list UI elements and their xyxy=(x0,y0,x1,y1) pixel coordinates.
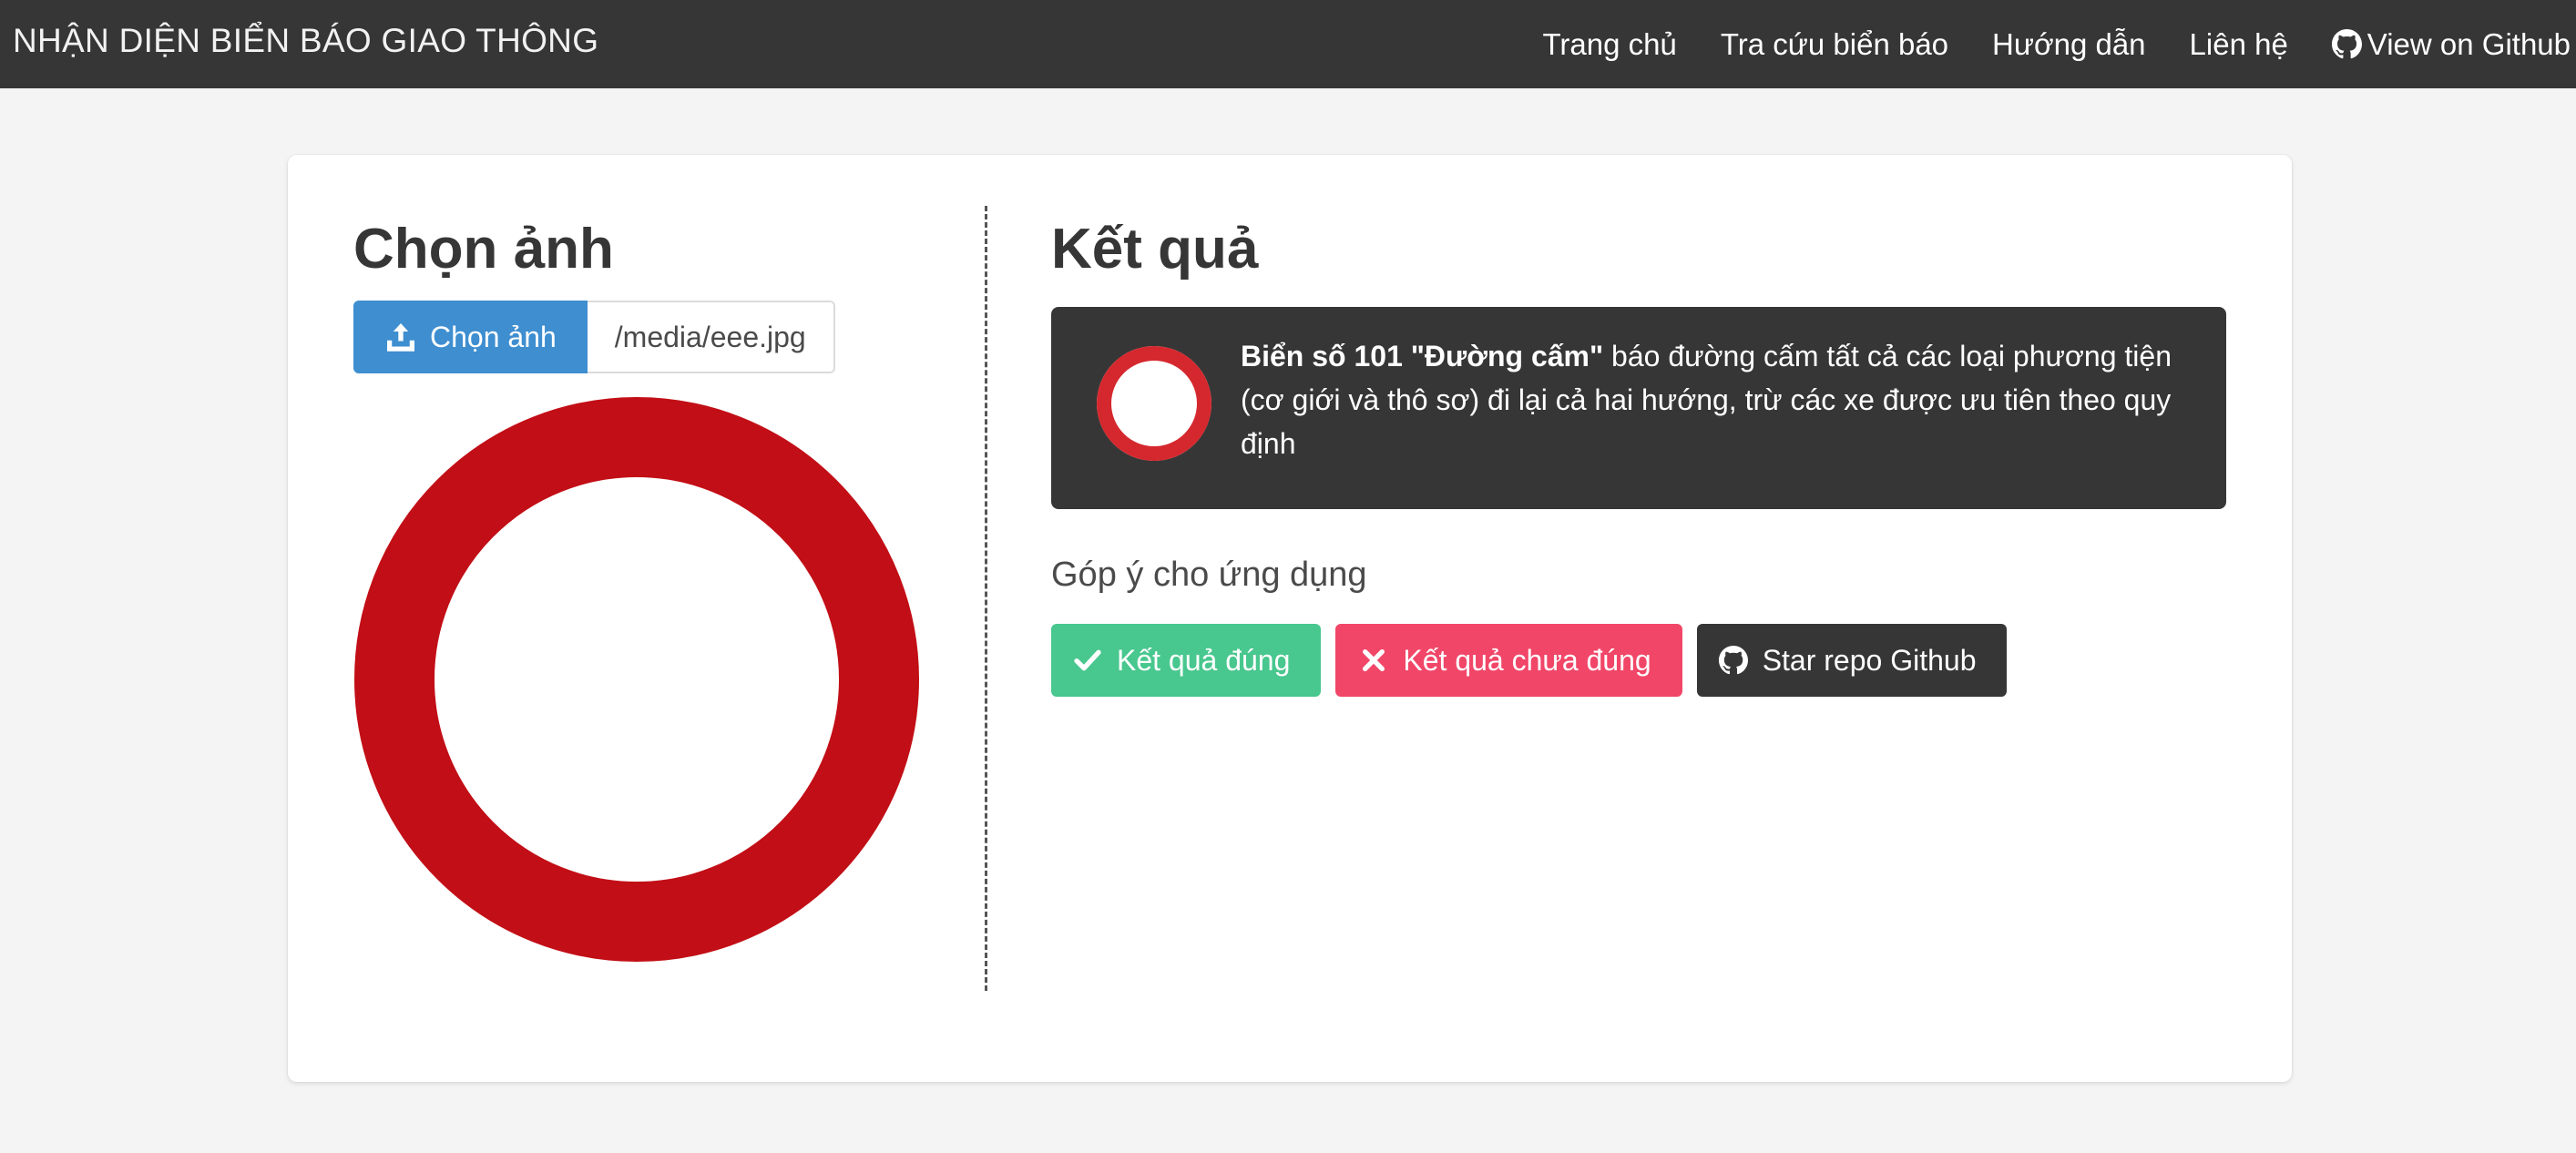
close-icon xyxy=(1363,649,1385,671)
navbar: NHẬN DIỆN BIỂN BÁO GIAO THÔNG Trang chủ … xyxy=(0,0,2576,88)
nav-menu: Trang chủ Tra cứu biển báo Hướng dẫn Liê… xyxy=(1498,0,2571,88)
file-upload: Chọn ảnh /media/eee.jpg xyxy=(353,301,835,373)
incorrect-result-button[interactable]: Kết quả chưa đúng xyxy=(1335,624,1682,697)
nav-item-github[interactable]: View on Github xyxy=(2331,27,2571,62)
nav-item-lookup[interactable]: Tra cứu biển báo xyxy=(1721,27,1948,62)
nav-item-guide[interactable]: Hướng dẫn xyxy=(1992,27,2146,62)
nav-item-home[interactable]: Trang chủ xyxy=(1542,27,1676,62)
choose-image-button[interactable]: Chọn ảnh xyxy=(353,301,588,373)
github-icon xyxy=(1718,646,1748,675)
check-icon xyxy=(1074,649,1101,671)
main-card: Chọn ảnh Chọn ảnh /media/eee.jpg Kết quả… xyxy=(288,155,2292,1082)
upload-icon xyxy=(387,323,414,352)
github-icon xyxy=(2331,29,2362,59)
star-github-button[interactable]: Star repo Github xyxy=(1696,624,2008,697)
no-entry-sign-image xyxy=(354,397,919,962)
column-divider xyxy=(985,206,987,991)
result-description: Biển số 101 "Đường cấm" báo đường cấm tấ… xyxy=(1241,334,2188,465)
result-section-title: Kết quả xyxy=(1051,218,1259,281)
correct-result-button[interactable]: Kết quả đúng xyxy=(1051,624,1322,697)
no-entry-sign-thumbnail xyxy=(1097,346,1211,461)
upload-section-title: Chọn ảnh xyxy=(353,218,614,281)
nav-item-contact[interactable]: Liên hệ xyxy=(2190,27,2288,62)
selected-file-name: /media/eee.jpg xyxy=(587,301,835,373)
result-box: Biển số 101 "Đường cấm" báo đường cấm tấ… xyxy=(1051,307,2226,509)
site-brand[interactable]: NHẬN DIỆN BIỂN BÁO GIAO THÔNG xyxy=(13,22,598,60)
sign-name: Biển số 101 "Đường cấm" xyxy=(1241,340,1604,372)
feedback-title: Góp ý cho ứng dụng xyxy=(1051,556,1367,594)
feedback-buttons: Kết quả đúng Kết quả chưa đúng Star repo… xyxy=(1051,624,2021,697)
